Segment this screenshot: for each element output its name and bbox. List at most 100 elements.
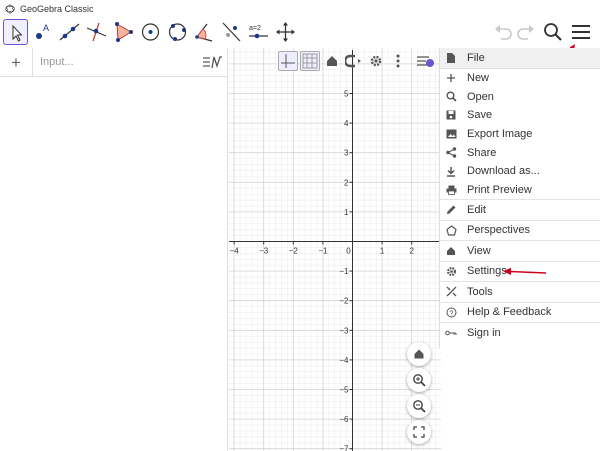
reflect-tool-button[interactable] <box>219 19 244 45</box>
menu-sign-in-label: Sign in <box>467 326 501 339</box>
main-toolbar: A a=2 <box>0 17 600 48</box>
svg-text:?: ? <box>449 310 453 317</box>
add-item-button[interactable]: + <box>0 47 33 77</box>
menu-item-perspectives[interactable]: Perspectives <box>440 219 600 241</box>
menu-view-label: View <box>467 244 491 257</box>
y-tick-label: 5 <box>344 90 349 99</box>
x-tick-label: −1 <box>318 247 328 256</box>
menu-item-open[interactable]: Open <box>440 88 600 107</box>
circle-center-icon <box>141 23 160 41</box>
menu-item-download-as[interactable]: Download as... <box>440 162 600 181</box>
y-tick-label: −3 <box>339 326 349 335</box>
y-tick-label: −4 <box>339 356 349 365</box>
axes-icon <box>281 54 295 68</box>
line-tool-button[interactable] <box>57 19 82 45</box>
home-icon <box>327 56 337 66</box>
svg-text:A: A <box>43 23 49 33</box>
y-tick-label: 3 <box>344 149 349 158</box>
point-tool-button[interactable]: A <box>30 19 55 45</box>
menu-help-feedback-label: Help & Feedback <box>467 306 552 319</box>
graphics-settings-button[interactable] <box>366 51 386 71</box>
menu-item-print-preview[interactable]: Print Preview <box>440 181 600 200</box>
tools-icon <box>445 286 457 298</box>
circle-center-point-tool-button[interactable] <box>138 19 163 45</box>
slider-icon: a=2 <box>249 25 268 39</box>
polygon-icon <box>115 22 133 42</box>
redo-button[interactable] <box>515 19 537 45</box>
style-bar-more-button[interactable] <box>388 51 408 71</box>
show-grid-button[interactable] <box>300 51 320 71</box>
y-tick-label: 4 <box>344 119 349 128</box>
graphics-style-bar <box>278 50 408 72</box>
home-icon <box>445 245 457 257</box>
x-tick-label: 0 <box>346 247 351 256</box>
zoom-out-button[interactable] <box>407 394 431 418</box>
undo-icon <box>495 25 512 40</box>
circle-three-points-tool-button[interactable] <box>165 19 190 45</box>
perpendicular-line-tool-button[interactable] <box>84 19 109 45</box>
move-graphics-view-tool-button[interactable] <box>273 19 298 45</box>
algebra-input-field[interactable]: Input... <box>33 56 227 68</box>
menu-new-label: New <box>467 72 490 85</box>
menu-download-as-label: Download as... <box>467 165 540 178</box>
menu-item-sign-in[interactable]: Sign in <box>440 322 600 343</box>
zoom-in-button[interactable] <box>407 368 431 392</box>
gear-icon <box>445 265 457 277</box>
gear-icon <box>370 55 382 67</box>
window-title: GeoGebra Classic <box>20 3 94 14</box>
algebra-sort-icon <box>203 56 222 69</box>
slider-tool-button[interactable]: a=2 <box>246 19 271 45</box>
polygon-tool-button[interactable] <box>111 19 136 45</box>
reflect-icon <box>222 22 241 42</box>
x-tick-label: 1 <box>380 247 385 256</box>
menu-item-tools[interactable]: Tools <box>440 281 600 302</box>
point-capturing-button[interactable] <box>344 51 364 71</box>
angle-tool-button[interactable] <box>192 19 217 45</box>
search-button[interactable] <box>542 19 564 45</box>
grid-icon <box>302 53 318 69</box>
print-icon <box>445 184 457 196</box>
image-icon <box>445 128 457 140</box>
line-icon <box>59 23 80 41</box>
menu-item-share[interactable]: Share <box>440 143 600 162</box>
y-tick-label: −6 <box>339 415 349 424</box>
cursor-arrow-icon <box>12 24 23 42</box>
menu-item-new[interactable]: New <box>440 69 600 88</box>
show-axes-button[interactable] <box>278 51 298 71</box>
menu-open-label: Open <box>467 90 494 103</box>
style-bar-toggle-button[interactable] <box>415 53 437 71</box>
save-icon <box>445 109 457 121</box>
y-tick-label: −5 <box>339 386 349 395</box>
undo-button[interactable] <box>492 19 514 45</box>
plus-icon <box>445 72 457 84</box>
x-tick-label: −4 <box>230 247 240 256</box>
perpendicular-line-icon <box>86 22 107 42</box>
y-tick-label: 1 <box>344 208 349 217</box>
menu-save-label: Save <box>467 109 493 122</box>
graphics-view[interactable]: −4 −3 −2 −1 0 1 2 5 4 3 2 1 −1 −2 −3 −4 −5 −6 −7 <box>229 48 441 451</box>
x-tick-label: −2 <box>289 247 299 256</box>
menu-item-help-feedback[interactable]: ? Help & Feedback <box>440 301 600 323</box>
annotation-arrow-settings-icon <box>503 267 547 275</box>
pencil-icon <box>445 204 457 216</box>
title-bar: GeoGebra Classic <box>0 0 600 17</box>
menu-item-edit[interactable]: Edit <box>440 199 600 220</box>
home-view-button[interactable] <box>407 342 431 366</box>
coordinate-grid: −4 −3 −2 −1 0 1 2 5 4 3 2 1 −1 −2 −3 −4 −5 −6 −7 <box>229 48 441 451</box>
fullscreen-button[interactable] <box>407 420 431 444</box>
algebra-view-menu-button[interactable] <box>199 49 226 76</box>
move-tool-button[interactable] <box>3 19 28 45</box>
point-icon: A <box>36 23 49 39</box>
y-tick-label: −7 <box>339 445 349 451</box>
standard-view-button[interactable] <box>322 51 342 71</box>
menu-print-preview-label: Print Preview <box>467 183 532 196</box>
menu-item-view[interactable]: View <box>440 240 600 261</box>
algebra-view: + Input... <box>0 47 228 451</box>
help-icon: ? <box>445 306 457 318</box>
menu-item-file[interactable]: File <box>440 48 600 69</box>
menu-item-export-image[interactable]: Export Image <box>440 125 600 144</box>
menu-item-save[interactable]: Save <box>440 106 600 125</box>
menu-tools-label: Tools <box>467 285 493 298</box>
move-arrows-icon <box>276 22 295 42</box>
zoom-in-icon <box>413 374 426 387</box>
